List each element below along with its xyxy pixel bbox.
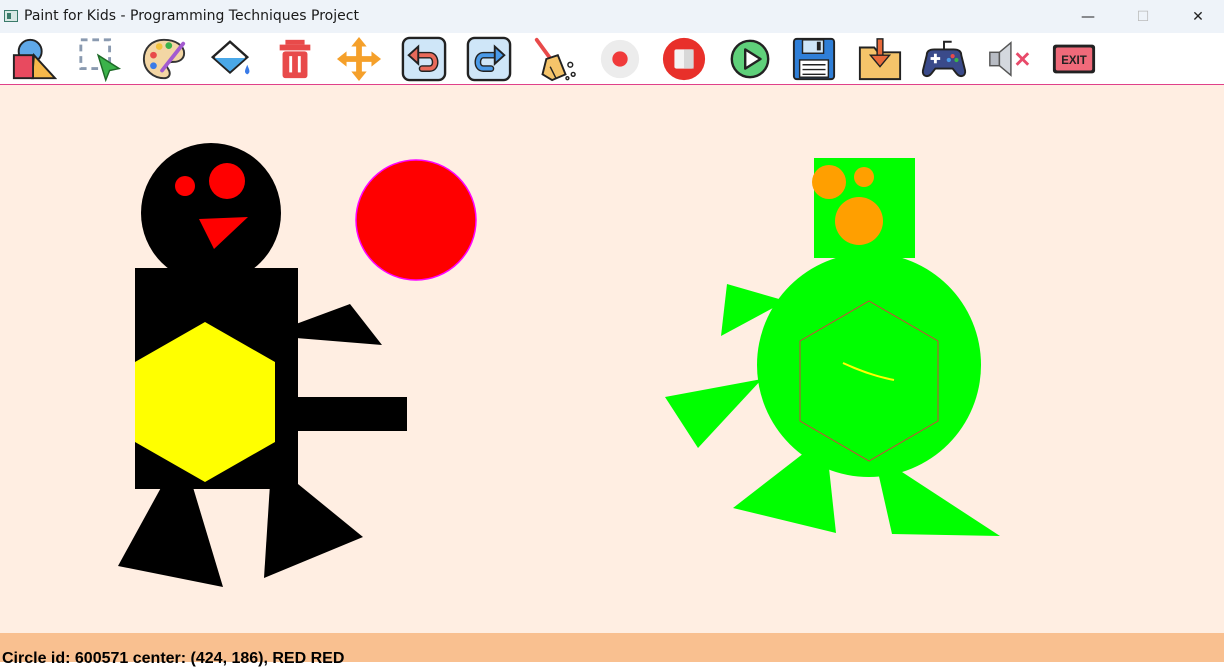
play-mode-button[interactable] xyxy=(920,35,968,83)
load-icon xyxy=(858,38,902,81)
turtle-spot-1[interactable] xyxy=(812,165,846,199)
fill-button[interactable] xyxy=(206,35,254,83)
app-icon xyxy=(4,10,18,22)
delete-button[interactable] xyxy=(271,35,319,83)
close-button[interactable]: ✕ xyxy=(1170,0,1224,33)
robot-arm-upper[interactable] xyxy=(296,304,382,345)
move-icon xyxy=(336,36,382,82)
turtle-leg-left[interactable] xyxy=(733,453,836,533)
robot-eye-left[interactable] xyxy=(175,176,195,196)
turtle-shell[interactable] xyxy=(757,253,981,477)
palette-button[interactable] xyxy=(140,35,188,83)
turtle-spot-3[interactable] xyxy=(835,197,883,245)
turtle-flipper-left[interactable] xyxy=(665,379,762,448)
mute-button[interactable] xyxy=(985,35,1033,83)
robot-head[interactable] xyxy=(141,143,281,283)
mute-icon xyxy=(989,41,1030,77)
robot-arm-lower[interactable] xyxy=(296,397,407,431)
play-mode-gamepad-icon xyxy=(921,40,967,78)
shapes-button[interactable] xyxy=(10,35,58,83)
save-icon xyxy=(792,37,836,81)
robot-leg-right[interactable] xyxy=(264,484,363,578)
play-button[interactable] xyxy=(726,35,774,83)
redo-button[interactable] xyxy=(465,35,513,83)
record-button[interactable] xyxy=(596,35,644,83)
toolbar: EXIT xyxy=(0,33,1224,85)
fill-bucket-icon xyxy=(210,40,250,75)
robot-leg-left[interactable] xyxy=(118,484,223,587)
play-icon xyxy=(730,39,770,79)
clear-button[interactable] xyxy=(530,35,578,83)
clear-broom-icon xyxy=(534,37,576,82)
status-bar: Circle id: 600571 center: (424, 186), RE… xyxy=(0,633,1224,667)
stop-icon xyxy=(662,37,706,81)
redo-icon xyxy=(466,36,512,82)
exit-label: EXIT xyxy=(1061,55,1087,67)
drawing-canvas[interactable] xyxy=(0,85,1224,633)
undo-icon xyxy=(401,36,447,82)
shapes-icon xyxy=(12,38,57,80)
move-button[interactable] xyxy=(335,35,383,83)
minimize-button[interactable]: — xyxy=(1060,0,1116,33)
maximize-button[interactable]: ☐ xyxy=(1115,0,1171,33)
robot-eye-right[interactable] xyxy=(209,163,245,199)
exit-icon: EXIT xyxy=(1052,44,1096,74)
select-button[interactable] xyxy=(76,35,124,83)
save-button[interactable] xyxy=(790,35,838,83)
turtle-leg-right[interactable] xyxy=(878,472,1000,536)
turtle-spot-2[interactable] xyxy=(854,167,874,187)
red-ball-circle[interactable] xyxy=(355,159,477,281)
exit-button[interactable]: EXIT xyxy=(1050,35,1098,83)
stop-button[interactable] xyxy=(660,35,708,83)
undo-button[interactable] xyxy=(400,35,448,83)
load-button[interactable] xyxy=(856,35,904,83)
record-icon xyxy=(600,39,640,79)
delete-icon xyxy=(279,39,311,79)
select-icon xyxy=(79,38,122,82)
turtle-figure[interactable] xyxy=(665,158,1000,536)
window-title: Paint for Kids - Programming Techniques … xyxy=(24,8,359,24)
status-message: Circle id: 600571 center: (424, 186), RE… xyxy=(2,650,345,667)
title-bar: Paint for Kids - Programming Techniques … xyxy=(0,0,1224,33)
palette-icon xyxy=(142,38,186,80)
